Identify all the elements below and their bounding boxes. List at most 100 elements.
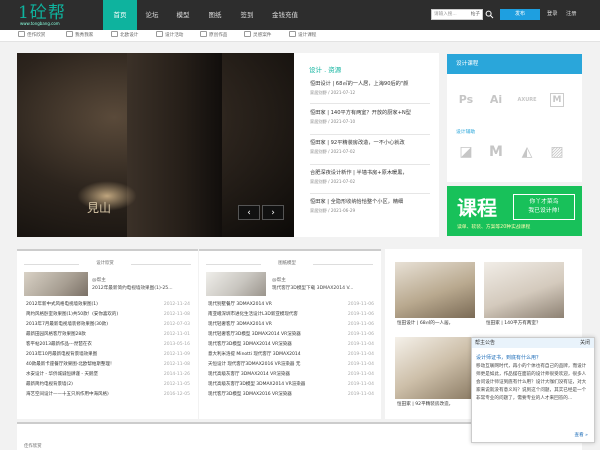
gallery-caption[interactable]: 恒田家 | 140平方有两室？ bbox=[484, 318, 564, 330]
news-item-title[interactable]: 恒田设计 | 68㎡的一人居，上海90后的"颜 bbox=[310, 80, 435, 89]
news-item-title[interactable]: 恒田家 | 全隐形收纳恰恰整个小区，精细 bbox=[310, 198, 435, 207]
list-item[interactable]: 客平帖2013最新作品---琵琶在衣 2013-05-16 bbox=[26, 340, 190, 350]
list-item-title[interactable]: 最新田园风格客厅效果图28款 bbox=[26, 332, 86, 337]
gallery-item[interactable]: 恒田家 | 92平精装房改造， bbox=[395, 337, 475, 413]
image-icon bbox=[18, 31, 25, 37]
nav-models[interactable]: 模型 bbox=[167, 0, 199, 30]
list-item[interactable]: 2013年7月最新电视墙装修效果图(30款) 2012-07-03 bbox=[26, 320, 190, 330]
search-type-select[interactable]: 帖子 bbox=[471, 10, 480, 19]
illustrator-icon[interactable]: Ai bbox=[486, 90, 506, 110]
list-item-title[interactable]: 40款最新卡座餐厅效果图-北欧帮帕斯整理！ bbox=[26, 362, 114, 367]
register-link[interactable]: 注册 bbox=[566, 9, 576, 20]
card-tag: 图纸模型 bbox=[261, 260, 313, 268]
gallery-item[interactable]: 恒田家 | 140平方有两室？ bbox=[484, 262, 564, 332]
list-item-title[interactable]: 简约风格卧室效果图(1)共50款！(安你喜欢的) bbox=[26, 312, 118, 317]
nav-recharge[interactable]: 金钱充值 bbox=[263, 0, 307, 30]
course-ad-banner[interactable]: 课程 你丫才菜鸟 我已设计帅! 读单、软装、方案等20种实战课程 bbox=[447, 186, 582, 236]
news-item-title[interactable]: 恒田家 | 140平方有两室？开放的厨家+N型 bbox=[310, 109, 435, 118]
list-item-title[interactable]: 现代轻奢客厅 3DMAX2014 VR bbox=[208, 322, 272, 327]
news-item-title[interactable]: 恒田家 | 92平精装房改造，一不小心就改 bbox=[310, 139, 435, 148]
site-logo[interactable]: 1砼帮 www.tongbang.com bbox=[18, 3, 96, 27]
list-item-title[interactable]: 2012年新中式风格电视墙效果图(1) bbox=[26, 302, 98, 307]
divider bbox=[206, 264, 261, 265]
tool-icon-1[interactable]: ◪ bbox=[456, 142, 476, 162]
announcement-popup: 帮主公告 关闭 设计师证书，到底有什么用？ 移动互联网时代，再小的个体也有自己的… bbox=[471, 337, 595, 443]
list-item-title[interactable]: 2013年7月最新电视墙装修效果图(30款) bbox=[26, 322, 108, 327]
list-item[interactable]: 现代轻奢客厅 3DMAX2014 VR 2019-11-06 bbox=[208, 320, 374, 330]
popup-more-link[interactable]: 查看 » bbox=[575, 432, 588, 438]
subnav-original[interactable]: 原创作品 bbox=[200, 30, 227, 42]
list-item-title[interactable]: 水安设计 - 华侨城诚恒肆谨 - 天鹅堡 bbox=[26, 372, 98, 377]
subnav-activity[interactable]: 设计活动 bbox=[156, 30, 183, 42]
card-thumb-title[interactable]: 现代客厅3D模型下载 3DMAX2014 V... bbox=[272, 285, 378, 292]
list-item[interactable]: 最新田园风格客厅效果图28款 2012-11-01 bbox=[26, 330, 190, 340]
gallery-photo[interactable] bbox=[395, 262, 475, 318]
list-item[interactable]: 简约风格卧室效果图(1)共50款！(安你喜欢的) 2012-11-08 bbox=[26, 310, 190, 320]
nav-forum[interactable]: 论坛 bbox=[137, 0, 167, 30]
list-item[interactable]: 南亚峨深圳市进化生活设计L3D新亚模现代客 2019-11-06 bbox=[208, 310, 374, 320]
subnav-showhome[interactable]: 我秀我家 bbox=[66, 30, 93, 42]
list-item-title[interactable]: 现代客厅3D模型 3DMAX2014 VR渲染器 bbox=[208, 342, 292, 347]
list-item[interactable]: 现代轻奢客厅3D模型 3DMAX2014 VR渲染器 2019-11-06 bbox=[208, 330, 374, 340]
gallery-photo[interactable] bbox=[395, 337, 475, 399]
news-item-title[interactable]: 合肥深夜设计新作 | 半墙书房+原木暖黑， bbox=[310, 169, 435, 178]
news-item-meta: 家居别野 / 2021-07-10 bbox=[310, 119, 356, 124]
gallery-caption[interactable]: 恒田设计 | 68㎡的一人居， bbox=[395, 318, 475, 330]
news-item[interactable]: 恒田家 | 全隐形收纳恰恰整个小区，精细 家居别野 / 2021-06-29 bbox=[310, 198, 435, 234]
list-item[interactable]: 现代别墅餐厅 3DMAX2014 VR 2019-11-06 bbox=[208, 300, 374, 310]
axure-icon[interactable]: AXURE bbox=[517, 90, 537, 110]
list-item-title[interactable]: 现代轻奢客厅3D模型 3DMAX2014 VR渲染器 bbox=[208, 332, 301, 337]
subnav-nordic[interactable]: 北欧设计 bbox=[111, 30, 138, 42]
list-item-title[interactable]: 现代别墅餐厅 3DMAX2014 VR bbox=[208, 302, 272, 307]
list-item[interactable]: 现代高级灰客厅 3DMAX2014 VR渲染器 2019-11-04 bbox=[208, 370, 374, 380]
list-item[interactable]: 2013年10月最新电视背景墙效果图 2012-11-09 bbox=[26, 350, 190, 360]
card-thumbnail[interactable] bbox=[24, 272, 88, 296]
nav-checkin[interactable]: 签到 bbox=[231, 0, 263, 30]
list-item[interactable]: 最新简约电视背景墙(2) 2012-11-05 bbox=[26, 380, 190, 390]
list-item[interactable]: 意大利米洛提 Minotti 现代客厅 3DMAX2014 2019-11-04 bbox=[208, 350, 374, 360]
subnav-works[interactable]: 佳作欣赏 bbox=[18, 30, 45, 42]
nav-home[interactable]: 首页 bbox=[103, 0, 137, 30]
list-item[interactable]: 2012年新中式风格电视墙效果图(1) 2012-11-24 bbox=[26, 300, 190, 310]
gallery-item[interactable]: 恒田设计 | 68㎡的一人居， bbox=[395, 262, 475, 332]
nav-drawings[interactable]: 图纸 bbox=[199, 0, 231, 30]
slider-next-button[interactable]: › bbox=[262, 205, 284, 220]
list-item[interactable]: 天恒设计 现代客厅3DMAX2016 VR渲染器 无 2019-11-04 bbox=[208, 360, 374, 370]
photoshop-icon[interactable]: Ps bbox=[456, 90, 476, 110]
list-item[interactable]: 海艺空间设计——十五只夙作用中海风格) 2016-12-05 bbox=[26, 390, 190, 400]
card-thumb-title[interactable]: 2012年最新简约电视墙效果图(1)-25... bbox=[92, 285, 196, 292]
list-item-title[interactable]: 现代高级灰客厅 3DMAX2014 VR渲染器 bbox=[208, 372, 290, 377]
list-item-title[interactable]: 南亚峨深圳市进化生活设计L3D新亚模现代客 bbox=[208, 312, 298, 317]
list-item-title[interactable]: 海艺空间设计——十五只夙作用中海风格) bbox=[26, 392, 109, 397]
list-item-title[interactable]: 现代高级灰客厅3D模型 3DMAX2014 VR渲染器 bbox=[208, 382, 305, 387]
popup-question[interactable]: 设计师证书，到底有什么用？ bbox=[476, 354, 541, 361]
tool-icon-3[interactable]: ◭ bbox=[517, 142, 537, 162]
login-link[interactable]: 登录 bbox=[547, 9, 557, 20]
list-item[interactable]: 现代客厅3D模型 3DMAX2014 VR渲染器 2019-11-04 bbox=[208, 340, 374, 350]
subnav-inspiration[interactable]: 灵感案件 bbox=[244, 30, 271, 42]
search-icon[interactable] bbox=[485, 10, 494, 19]
tool-icon-2[interactable]: M bbox=[486, 142, 506, 162]
list-item-date: 2012-11-08 bbox=[163, 362, 190, 367]
divider bbox=[24, 264, 79, 265]
sketch-m-icon[interactable]: M bbox=[550, 93, 564, 107]
subnav-courses[interactable]: 设计课程 bbox=[289, 30, 316, 42]
gallery-caption[interactable]: 恒田家 | 92平精装房改造， bbox=[395, 399, 475, 411]
list-item-title[interactable]: 客平帖2013最新作品---琵琶在衣 bbox=[26, 342, 92, 347]
publish-button[interactable]: 发布 bbox=[500, 9, 540, 20]
list-item-title[interactable]: 最新简约电视背景墙(2) bbox=[26, 382, 73, 387]
card-thumbnail[interactable] bbox=[206, 272, 266, 296]
list-item[interactable]: 现代高级灰客厅3D模型 3DMAX2014 VR渲染器 2019-11-04 bbox=[208, 380, 374, 390]
gallery-photo[interactable] bbox=[484, 262, 564, 318]
list-item-title[interactable]: 意大利米洛提 Minotti 现代客厅 3DMAX2014 bbox=[208, 352, 301, 357]
list-item[interactable]: 水安设计 - 华侨城诚恒肆谨 - 天鹅堡 2014-11-26 bbox=[26, 370, 190, 380]
search-input[interactable]: 请输入搜... 帖子 bbox=[431, 9, 483, 20]
popup-close-button[interactable]: 关闭 bbox=[580, 338, 590, 348]
list-item[interactable]: 40款最新卡座餐厅效果图-北欧帮帕斯整理！ 2012-11-08 bbox=[26, 360, 190, 370]
list-item-title[interactable]: 天恒设计 现代客厅3DMAX2016 VR渲染器 无 bbox=[208, 362, 300, 367]
list-item[interactable]: 现代客厅3D模型 3DMAX2016 VR渲染器 2019-11-04 bbox=[208, 390, 374, 400]
slider-prev-button[interactable]: ‹ bbox=[238, 205, 260, 220]
tool-icon-4[interactable]: ▨ bbox=[547, 142, 567, 162]
list-item-title[interactable]: 2013年10月最新电视背景墙效果图 bbox=[26, 352, 97, 357]
list-item-title[interactable]: 现代客厅3D模型 3DMAX2016 VR渲染器 bbox=[208, 392, 292, 397]
